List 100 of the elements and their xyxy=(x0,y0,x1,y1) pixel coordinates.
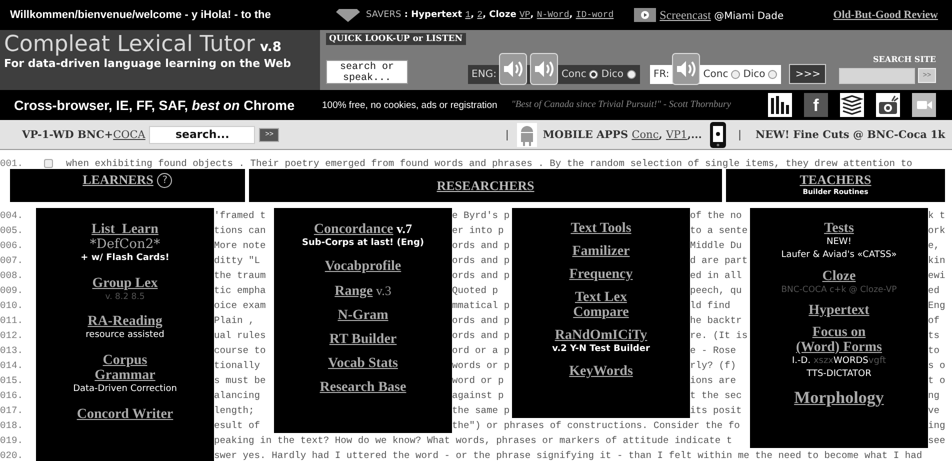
concordance-text: word or p xyxy=(452,374,504,388)
section-link[interactable]: TEACHERS xyxy=(800,172,872,188)
menu-link[interactable]: Vocabprofile xyxy=(324,259,402,274)
line-number: 013. xyxy=(0,344,24,358)
menu-link[interactable]: List_Learn xyxy=(92,222,158,237)
savers-link[interactable]: N-Word xyxy=(536,10,570,20)
menu-link[interactable]: Corpus Grammar xyxy=(94,353,156,383)
concordance-text: the same p xyxy=(452,404,510,418)
concordance-text: ions are xyxy=(690,374,736,388)
concordance-text: ditty "L xyxy=(214,254,260,268)
savers-link[interactable]: 2 xyxy=(477,10,483,20)
menu-link[interactable]: Text Lex Compare xyxy=(573,290,629,320)
lookup-field[interactable]: search or speak... xyxy=(326,60,408,84)
menu-link[interactable]: Frequency xyxy=(569,267,633,282)
browser-note: Cross-browser, IE, FF, SAF, best on Chrome xyxy=(14,98,296,112)
menu-link[interactable]: Cloze xyxy=(822,269,856,284)
coca-link[interactable]: COCA xyxy=(113,128,146,140)
menu-link[interactable]: Tests xyxy=(824,221,854,236)
concordance-text: of the no xyxy=(690,209,742,223)
menu-link[interactable]: Familizer xyxy=(572,244,630,259)
concordance-text: alancing xyxy=(214,389,260,403)
app-link[interactable]: VP1 xyxy=(666,128,688,140)
screencast-link[interactable]: Screencast xyxy=(660,8,711,22)
line-number: 007. xyxy=(0,254,24,268)
menu-link[interactable]: Group Lex xyxy=(92,276,158,291)
menu-link[interactable]: Research Base xyxy=(320,380,406,395)
menu-link[interactable]: N-Gram xyxy=(338,308,388,323)
concordance-text: swer yes. Hardly had I uttered the word - or the phrase signifying it - than I felt within me the need to become what I had xyxy=(214,449,922,461)
line-number: 009. xyxy=(0,284,24,298)
concordance-text: ork xyxy=(928,224,946,238)
concordance-text: kin xyxy=(928,254,946,268)
concordance-text: e Byrd's p xyxy=(452,209,510,223)
concordance-text: More note xyxy=(214,239,266,253)
concordance-text: ve xyxy=(928,404,940,418)
speaker-button[interactable] xyxy=(499,53,528,85)
line-number: 017. xyxy=(0,404,24,418)
concordance-text: against p xyxy=(452,389,504,403)
concordance-text: d are part xyxy=(690,254,748,268)
section-link[interactable]: LEARNERS xyxy=(82,172,154,188)
menu-link[interactable]: Range xyxy=(334,284,373,299)
android-icon[interactable] xyxy=(516,122,537,146)
menu-link[interactable]: Morphology xyxy=(794,388,884,407)
shield-icon xyxy=(336,8,360,22)
menu-link[interactable]: Focus on (Word) Forms xyxy=(796,325,882,355)
concordance-text: re. (It is xyxy=(690,329,748,343)
concordance-text: ords and p xyxy=(452,314,510,328)
menu-link[interactable]: RA-Reading xyxy=(88,314,162,329)
option-label: Conc xyxy=(561,68,586,80)
divider-mark: | xyxy=(738,128,742,140)
books-icon[interactable] xyxy=(840,93,864,117)
speaker-button[interactable] xyxy=(530,53,558,85)
line-checkbox[interactable] xyxy=(44,158,53,168)
menu-subtitle: *DefCon2* xyxy=(90,237,160,252)
bar-chart-icon[interactable] xyxy=(768,93,792,117)
menu-link[interactable]: RT Builder xyxy=(329,332,397,347)
menu-link[interactable]: Vocab Stats xyxy=(328,356,398,371)
help-icon[interactable]: ? xyxy=(157,172,172,188)
phone-icon[interactable] xyxy=(710,122,726,148)
welcome-text: Willkommen/bienvenue/welcome - y iHola! - to the xyxy=(10,9,272,21)
concordance-text: Plain , xyxy=(214,314,254,328)
concordance-text: ual rules xyxy=(214,329,266,343)
radio-button[interactable] xyxy=(589,70,598,78)
search-field[interactable]: search... xyxy=(149,126,256,144)
search-site-label: SEARCH SITE xyxy=(872,54,936,64)
go-button[interactable]: >>> xyxy=(789,64,826,84)
concordance-text: ld find xyxy=(690,299,730,313)
savers-link[interactable]: 1 xyxy=(465,10,471,20)
line-number: 011. xyxy=(0,314,24,328)
search-field[interactable] xyxy=(839,68,915,84)
savers-link[interactable]: ID-word xyxy=(576,10,614,20)
concordance-text: 'framed t xyxy=(214,209,266,223)
section-link[interactable]: RESEARCHERS xyxy=(436,178,534,194)
line-number: 010. xyxy=(0,299,24,313)
review-link[interactable]: Old-But-Good Review xyxy=(833,9,938,21)
menu-link[interactable]: Concord Writer xyxy=(76,407,174,422)
tagline: For data-driven language learning on the Web xyxy=(4,57,292,70)
radio-button[interactable] xyxy=(731,70,740,78)
menu-note: v. 8.2 8.5 xyxy=(105,291,145,303)
camera-icon[interactable] xyxy=(876,93,900,117)
concordance-text: ords and p xyxy=(452,239,510,253)
menu-note: Data-Driven Correction xyxy=(73,383,177,396)
concordance-text: Eng xyxy=(928,299,946,313)
radio-button[interactable] xyxy=(768,70,778,78)
radio-button[interactable] xyxy=(626,70,636,78)
play-icon[interactable] xyxy=(634,8,656,22)
app-link[interactable]: Conc xyxy=(632,128,659,140)
concordance-text: words or p xyxy=(452,359,510,373)
speaker-button[interactable] xyxy=(672,53,700,85)
savers-link[interactable]: VP xyxy=(519,10,530,20)
concordance-text: he backtr xyxy=(690,314,742,328)
concordance-text: tionally xyxy=(214,359,260,373)
menu-link[interactable]: Text Tools xyxy=(570,221,632,236)
menu-link[interactable]: KeyWords xyxy=(569,364,633,379)
facebook-icon[interactable]: f xyxy=(804,93,828,117)
concordance-text: s must be xyxy=(214,374,266,388)
concordance-text: tic empha xyxy=(214,284,266,298)
menu-link[interactable]: Hypertext xyxy=(808,303,870,318)
menu-link[interactable]: Concordance xyxy=(314,222,394,237)
menu-link[interactable]: RaNdOmICiTy xyxy=(554,328,648,343)
language-label: FR: xyxy=(654,68,670,80)
